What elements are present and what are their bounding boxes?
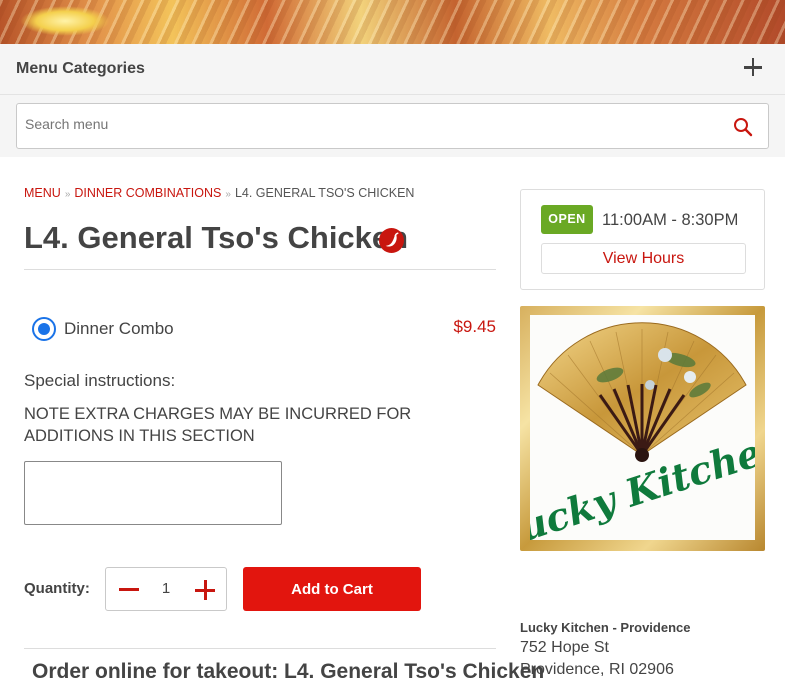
- spicy-pepper-icon: [379, 228, 404, 253]
- hours-range: 11:00AM - 8:30PM: [602, 211, 739, 229]
- special-instructions-label: Special instructions:: [24, 371, 176, 390]
- restaurant-logo-frame: Lucky Kitchen: [520, 306, 765, 551]
- search-input[interactable]: [25, 116, 705, 132]
- order-online-heading: Order online for takeout: L4. General Ts…: [32, 660, 545, 679]
- restaurant-logo: Lucky Kitchen: [530, 315, 755, 540]
- special-instructions-textarea[interactable]: [24, 461, 282, 525]
- hours-card: OPEN 11:00AM - 8:30PM View Hours: [520, 189, 765, 290]
- option-label[interactable]: Dinner Combo: [64, 319, 174, 339]
- menu-categories-title: Menu Categories: [16, 60, 145, 77]
- menu-categories-bar[interactable]: Menu Categories: [0, 44, 785, 95]
- quantity-label: Quantity:: [24, 580, 90, 597]
- search-section: [0, 95, 785, 157]
- breadcrumb: Menu» Dinner Combinations» L4. General Tso…: [24, 186, 414, 200]
- view-hours-button[interactable]: View Hours: [541, 243, 746, 274]
- open-status-badge: OPEN: [541, 205, 593, 234]
- breadcrumb-separator-icon: »: [225, 189, 231, 200]
- search-box: [16, 103, 769, 149]
- section-divider: [24, 648, 496, 649]
- special-instructions-note: NOTE EXTRA CHARGES MAY BE INCURRED FOR A…: [24, 405, 412, 445]
- breadcrumb-separator-icon: »: [64, 189, 71, 200]
- restaurant-city: Providence, RI 02906: [520, 661, 674, 678]
- plus-icon[interactable]: [194, 579, 216, 601]
- title-divider: [24, 269, 496, 270]
- fan-logo-image: Lucky Kitchen: [530, 322, 755, 540]
- minus-icon[interactable]: [118, 579, 140, 601]
- search-icon[interactable]: [733, 117, 753, 137]
- breadcrumb-current: L4. General Tso's Chicken: [234, 186, 415, 200]
- quantity-value[interactable]: 1: [154, 580, 178, 597]
- quantity-stepper: 1: [105, 567, 227, 611]
- add-to-cart-button[interactable]: Add to Cart: [243, 567, 421, 611]
- expand-plus-icon[interactable]: [742, 56, 764, 78]
- restaurant-name: Lucky Kitchen - Providence: [520, 620, 691, 635]
- item-title: L4. General Tso's Chicken: [24, 220, 409, 255]
- breadcrumb-menu-link[interactable]: Menu: [24, 186, 61, 200]
- restaurant-street: 752 Hope St: [520, 639, 609, 656]
- dinner-combo-radio[interactable]: [32, 317, 56, 341]
- option-price: $9.45: [453, 317, 496, 336]
- hero-banner-image: [0, 0, 785, 44]
- breadcrumb-category-link[interactable]: Dinner Combinations: [74, 186, 221, 200]
